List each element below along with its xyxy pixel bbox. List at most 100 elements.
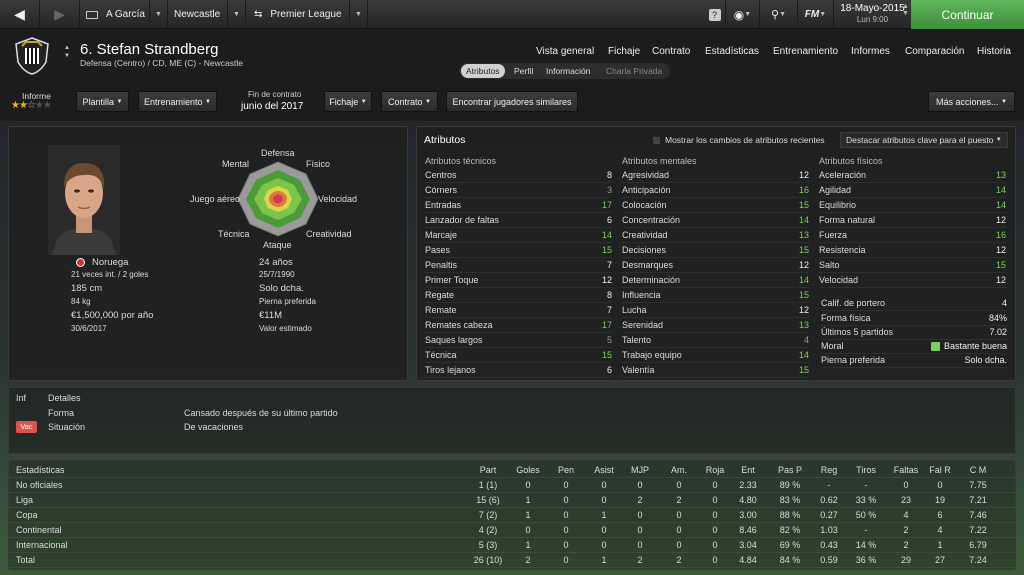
stats-row[interactable]: Internacional 5 (3) 1 0 0 0 0 0 3.04 69 % 0.43 14 %…: [8, 538, 1016, 553]
club-button[interactable]: Newcastle: [168, 0, 228, 29]
manager-button[interactable]: A García: [80, 0, 150, 29]
nationality[interactable]: Noruega: [92, 257, 128, 268]
show-changes-checkbox[interactable]: [652, 136, 661, 145]
stats-header-row[interactable]: Estadísticas Part Goles Pen Asist MJP Am. Roja E…: [8, 463, 1016, 478]
forma-value: Cansado después de su último partido: [184, 408, 338, 418]
globe-button[interactable]: ◉ ▼: [726, 0, 760, 29]
attribute-name: Equilibrio: [819, 200, 857, 210]
stat-cell: 0: [563, 525, 569, 535]
more-actions-button[interactable]: Más acciones... ▼: [928, 91, 1015, 112]
extra-info-value: 7.02: [989, 327, 1007, 337]
search-button[interactable]: ⚲ ▼: [760, 0, 798, 29]
physical-attribute-row[interactable]: Resistencia 12: [819, 243, 1006, 258]
stats-row[interactable]: Copa 7 (2) 1 0 1 0 0 0 3.00 88 % 0.27 50 % 4 6 7.46: [8, 508, 1016, 523]
contrato-button[interactable]: Contrato ▼: [381, 91, 438, 112]
technical-attribute-row[interactable]: Marcaje 14: [425, 228, 612, 243]
technical-attribute-row[interactable]: Pases 15: [425, 243, 612, 258]
radar-label-creatividad: Creatividad: [306, 229, 352, 239]
help-button[interactable]: ?: [704, 0, 726, 29]
stat-cell: 2: [903, 525, 909, 535]
subtab-atributos[interactable]: Atributos: [461, 64, 505, 78]
manager-dropdown[interactable]: ▼: [150, 0, 168, 29]
physical-attribute-row[interactable]: Velocidad 12: [819, 273, 1006, 288]
mental-attribute-row[interactable]: Desmarques 12: [622, 258, 809, 273]
physical-attribute-row[interactable]: Agilidad 14: [819, 183, 1006, 198]
mental-attribute-row[interactable]: Valentía 15: [622, 363, 809, 378]
player-switch-arrows-icon[interactable]: ▲ ▼: [64, 44, 70, 60]
stat-cell: Pen: [557, 465, 574, 475]
mental-attribute-row[interactable]: Influencia 15: [622, 288, 809, 303]
norway-flag-icon: [76, 258, 85, 267]
stats-row[interactable]: Continental 4 (2) 0 0 0 0 0 0 8.46 82 % 1.03 - 2 4 7.2…: [8, 523, 1016, 538]
stat-cell: 0: [712, 525, 718, 535]
mental-attribute-row[interactable]: Agresividad 12: [622, 168, 809, 183]
competition-dropdown[interactable]: ▼: [350, 0, 368, 29]
stat-cell: 0: [601, 540, 607, 550]
continue-button[interactable]: Continuar: [911, 0, 1024, 29]
stat-cell: 88 %: [779, 510, 801, 520]
contract-end-date: 30/6/2017: [71, 324, 107, 333]
contract-end-label: Fin de contrato: [248, 90, 302, 99]
technical-attribute-row[interactable]: Penaltis 7: [425, 258, 612, 273]
find-similar-button[interactable]: Encontrar jugadores similares: [446, 91, 578, 112]
technical-attribute-row[interactable]: Técnica 15: [425, 348, 612, 363]
stat-cell: 1 (1): [478, 480, 498, 490]
physical-attribute-row[interactable]: Fuerza 16: [819, 228, 1006, 243]
stat-cell: -: [864, 525, 868, 535]
club-dropdown[interactable]: ▼: [228, 0, 246, 29]
technical-attribute-row[interactable]: Córners 3: [425, 183, 612, 198]
technical-attribute-row[interactable]: Primer Toque 12: [425, 273, 612, 288]
physical-attribute-row[interactable]: Aceleración 13: [819, 168, 1006, 183]
highlight-dropdown[interactable]: Destacar atributos clave para el puesto …: [840, 132, 1008, 148]
technical-attribute-row[interactable]: Saques largos 5: [425, 333, 612, 348]
date-display[interactable]: 18-Mayo-2015 Lun 9:00: [834, 3, 911, 24]
mental-attribute-row[interactable]: Concentración 14: [622, 213, 809, 228]
nav-estadisticas[interactable]: Estadísticas: [705, 46, 759, 57]
technical-attribute-row[interactable]: Lanzador de faltas 6: [425, 213, 612, 228]
mental-attribute-row[interactable]: Trabajo equipo 14: [622, 348, 809, 363]
plantilla-button[interactable]: Plantilla ▼: [76, 91, 129, 112]
fm-menu-button[interactable]: FM ▼: [798, 0, 834, 29]
mental-attribute-row[interactable]: Anticipación 16: [622, 183, 809, 198]
technical-attribute-row[interactable]: Tiros lejanos 6: [425, 363, 612, 378]
fichaje-button[interactable]: Fichaje ▼: [324, 91, 372, 112]
nav-historia[interactable]: Historia: [977, 46, 1011, 57]
technical-attribute-row[interactable]: Regate 8: [425, 288, 612, 303]
technical-attribute-row[interactable]: Entradas 17: [425, 198, 612, 213]
nav-informes[interactable]: Informes: [851, 46, 890, 57]
competition-button[interactable]: ⇆ Premier League: [246, 0, 350, 29]
nav-contrato[interactable]: Contrato: [652, 46, 690, 57]
date-arrows-icon[interactable]: ▲ ▼: [902, 3, 909, 17]
physical-attribute-row[interactable]: Salto 15: [819, 258, 1006, 273]
mental-attribute-row[interactable]: Determinación 14: [622, 273, 809, 288]
physical-attribute-row[interactable]: Equilibrio 14: [819, 198, 1006, 213]
nav-entrenamiento[interactable]: Entrenamiento: [773, 46, 838, 57]
forward-button[interactable]: ▶: [40, 0, 80, 29]
subtab-charla-privada[interactable]: Charla Privada: [601, 64, 667, 78]
subtab-informacion[interactable]: Información: [541, 64, 595, 78]
stats-row[interactable]: Total 26 (10) 2 0 1 2 2 0 4.84 84 % 0.59 36 % 29 27 7.…: [8, 553, 1016, 568]
stat-cell: 84 %: [779, 555, 801, 565]
mental-attribute-row[interactable]: Colocación 15: [622, 198, 809, 213]
mental-attribute-row[interactable]: Lucha 12: [622, 303, 809, 318]
nav-vista-general[interactable]: Vista general: [536, 46, 594, 57]
back-button[interactable]: ◀: [0, 0, 40, 29]
stats-row[interactable]: No oficiales 1 (1) 0 0 0 0 0 0 2.33 89 % - - 0 0 7.75: [8, 478, 1016, 493]
physical-attribute-row[interactable]: Forma natural 12: [819, 213, 1006, 228]
subtab-perfil[interactable]: Perfil: [509, 64, 538, 78]
stat-cell: MJP: [631, 465, 649, 475]
mental-attribute-row[interactable]: Serenidad 13: [622, 318, 809, 333]
mental-attribute-row[interactable]: Decisiones 15: [622, 243, 809, 258]
extra-info-value: Solo dcha.: [964, 355, 1007, 365]
attribute-value: 14: [995, 185, 1006, 195]
technical-attribute-row[interactable]: Centros 8: [425, 168, 612, 183]
nav-comparacion[interactable]: Comparación: [905, 46, 964, 57]
mental-attribute-row[interactable]: Creatividad 13: [622, 228, 809, 243]
entrenamiento-button[interactable]: Entrenamiento ▼: [138, 91, 217, 112]
stats-row[interactable]: Liga 15 (6) 1 0 0 2 2 0 4.80 83 % 0.62 33 % 23 19 7.21: [8, 493, 1016, 508]
nav-fichaje[interactable]: Fichaje: [608, 46, 640, 57]
mental-attribute-row[interactable]: Talento 4: [622, 333, 809, 348]
technical-attribute-row[interactable]: Remate 7: [425, 303, 612, 318]
technical-attribute-row[interactable]: Remates cabeza 17: [425, 318, 612, 333]
attribute-name: Primer Toque: [425, 275, 479, 285]
